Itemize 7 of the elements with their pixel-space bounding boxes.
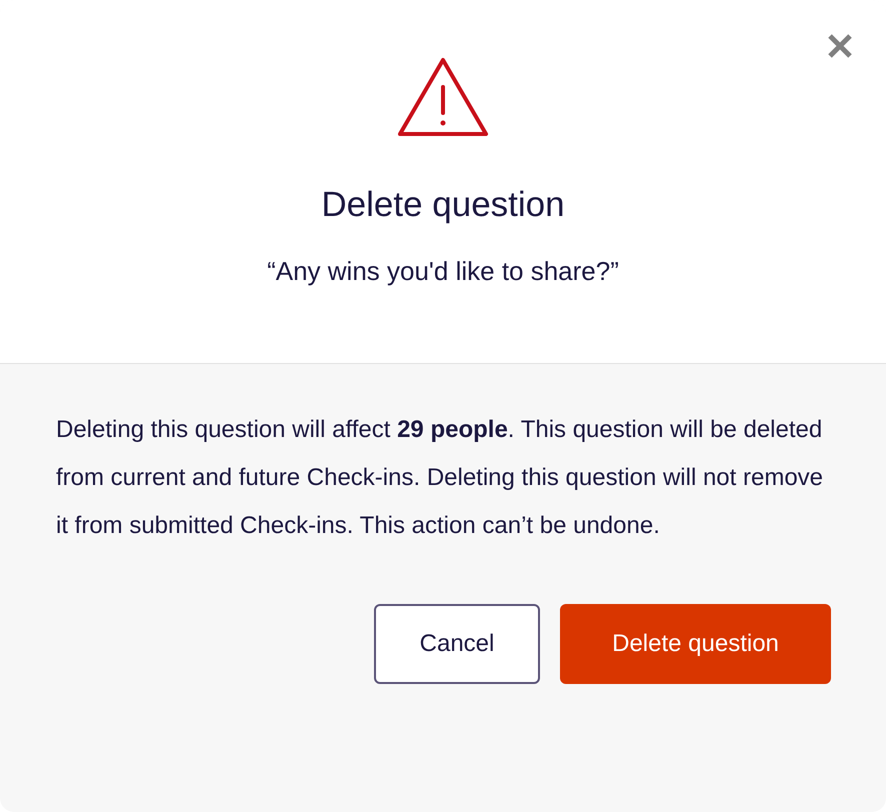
close-icon[interactable] [827,33,853,59]
dialog-title: Delete question [321,184,565,226]
delete-button[interactable]: Delete question [560,604,831,684]
question-text: “Any wins you'd like to share?” [267,255,619,288]
warning-icon [397,57,489,137]
warning-message: Deleting this question will affect 29 people. This question will be deleted from current and future Check-ins. Deleting this question will not remove it from submitted Check-ins. This action can’t be undone. [56,415,824,541]
cancel-button[interactable]: Cancel [374,604,540,684]
